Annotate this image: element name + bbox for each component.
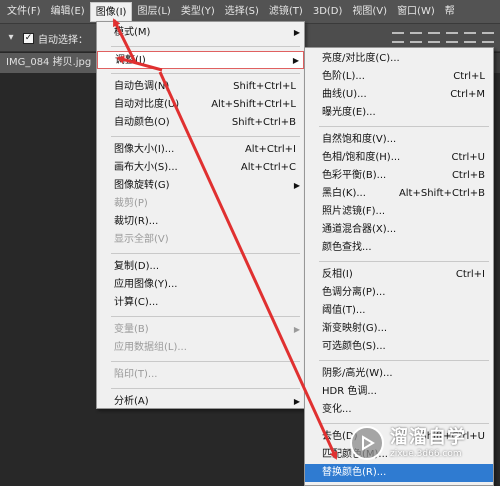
submenu-arrow-icon: ▶ [293,181,300,190]
align-middle-icon[interactable] [410,32,422,43]
menu-edit[interactable]: 编辑(E) [46,2,90,22]
menu-item-apply-data-set: 应用数据组(L)... [114,342,187,353]
menu-item-duplicate[interactable]: 复制(D)... [97,258,304,276]
menu-item-photo-filter[interactable]: 照片滤镜(F)... [305,203,493,221]
submenu-arrow-icon: ▶ [293,28,300,37]
menu-item-crop: 裁剪(P) [114,198,148,209]
menu-item-auto-contrast[interactable]: 自动对比度(U) Alt+Shift+Ctrl+L [97,96,304,114]
adjustments-submenu: 亮度/对比度(C)... 色阶(L)... Ctrl+L 曲线(U)... Ctrl… [304,47,494,486]
watermark: 溜溜自学 zixue.3d66.com [350,424,480,462]
auto-select-checkbox[interactable]: ✓ [23,33,34,44]
menu-separator [319,360,489,361]
align-right-icon[interactable] [482,32,494,43]
menu-type[interactable]: 类型(Y) [176,2,220,22]
align-center-icon[interactable] [464,32,476,43]
menu-item-curves[interactable]: 曲线(U)... Ctrl+M [305,86,493,104]
menu-item-gradient-map[interactable]: 渐变映射(G)... [305,320,493,338]
align-buttons [392,32,494,43]
align-bottom-icon[interactable] [428,32,440,43]
menu-item-invert[interactable]: 反相(I) Ctrl+I [305,266,493,284]
menu-item-replace-color[interactable]: 替换颜色(R)... [305,464,493,482]
menu-view[interactable]: 视图(V) [347,2,392,22]
menu-item-channel-mixer[interactable]: 通道混合器(X)... [305,221,493,239]
menu-item-trim[interactable]: 裁切(R)... [97,213,304,231]
menu-separator [319,261,489,262]
menu-item-image-size[interactable]: 图像大小(I)... Alt+Ctrl+I [97,141,304,159]
menu-item-selective-color[interactable]: 可选颜色(S)... [305,338,493,356]
menu-image[interactable]: 图像(I) [89,1,133,22]
menu-item-levels[interactable]: 色阶(L)... Ctrl+L [305,68,493,86]
menu-item-auto-tone[interactable]: 自动色调(N) Shift+Ctrl+L [97,78,304,96]
menu-file[interactable]: 文件(F) [2,2,46,22]
auto-select-label: 自动选择： [38,35,88,46]
tool-preset-dropdown-icon[interactable]: ▾ [2,29,20,47]
document-tab[interactable]: IMG_084 拷贝.jpg [0,53,96,73]
menu-separator [111,253,300,254]
menu-item-variations[interactable]: 变化... [305,401,493,419]
menu-separator [111,361,300,362]
watermark-title: 溜溜自学 [390,427,466,448]
watermark-texts: 溜溜自学 zixue.3d66.com [390,427,466,459]
submenu-arrow-icon: ▶ [292,56,299,65]
menu-item-calculations[interactable]: 计算(C)... [97,294,304,312]
menu-item-color-lookup[interactable]: 颜色查找... [305,239,493,257]
menu-item-hdr-toning[interactable]: HDR 色调... [305,383,493,401]
menu-select[interactable]: 选择(S) [220,2,264,22]
menu-item-posterize[interactable]: 色调分离(P)... [305,284,493,302]
menu-separator [319,126,489,127]
menu-item-analysis[interactable]: 分析(A) ▶ [97,393,304,411]
menu-item-image-rotation[interactable]: 图像旋转(G) ▶ [97,177,304,195]
menu-item-vibrance[interactable]: 自然饱和度(V)... [305,131,493,149]
menu-item-color-balance[interactable]: 色彩平衡(B)... Ctrl+B [305,167,493,185]
menu-window[interactable]: 窗口(W) [392,2,440,22]
menu-item-brightness-contrast[interactable]: 亮度/对比度(C)... [305,50,493,68]
menu-item-reveal-all: 显示全部(V) [114,234,169,245]
menu-item-trap: 陷印(T)... [114,369,158,380]
menu-item-threshold[interactable]: 阈值(T)... [305,302,493,320]
menu-3d[interactable]: 3D(D) [308,2,348,22]
menu-help[interactable]: 帮 [440,2,460,22]
menu-item-auto-color[interactable]: 自动颜色(O) Shift+Ctrl+B [97,114,304,132]
image-menu: 模式(M) ▶ 调整(J) ▶ 自动色调(N) Shift+Ctrl+L 自动对比度(… [96,21,305,409]
menu-item-mode[interactable]: 模式(M) ▶ [97,24,304,42]
align-left-icon[interactable] [446,32,458,43]
menu-separator [111,136,300,137]
menu-item-exposure[interactable]: 曝光度(E)... [305,104,493,122]
align-top-icon[interactable] [392,32,404,43]
menu-item-apply-image[interactable]: 应用图像(Y)... [97,276,304,294]
play-logo-icon [350,426,384,460]
menu-separator [111,316,300,317]
watermark-url: zixue.3d66.com [390,449,462,459]
menu-item-shadows-highlights[interactable]: 阴影/高光(W)... [305,365,493,383]
menu-layer[interactable]: 图层(L) [132,2,175,22]
submenu-arrow-icon: ▶ [293,397,300,406]
menu-separator [111,73,300,74]
menu-item-black-white[interactable]: 黑白(K)... Alt+Shift+Ctrl+B [305,185,493,203]
menu-item-adjustments[interactable]: 调整(J) ▶ [97,51,304,69]
menu-item-canvas-size[interactable]: 画布大小(S)... Alt+Ctrl+C [97,159,304,177]
menu-separator [111,388,300,389]
menu-separator [111,46,300,47]
menu-item-hue-saturation[interactable]: 色相/饱和度(H)... Ctrl+U [305,149,493,167]
menu-item-variables: 变量(B) ▶ [97,321,304,339]
menu-filter[interactable]: 滤镜(T) [264,2,308,22]
submenu-arrow-icon: ▶ [293,325,300,334]
